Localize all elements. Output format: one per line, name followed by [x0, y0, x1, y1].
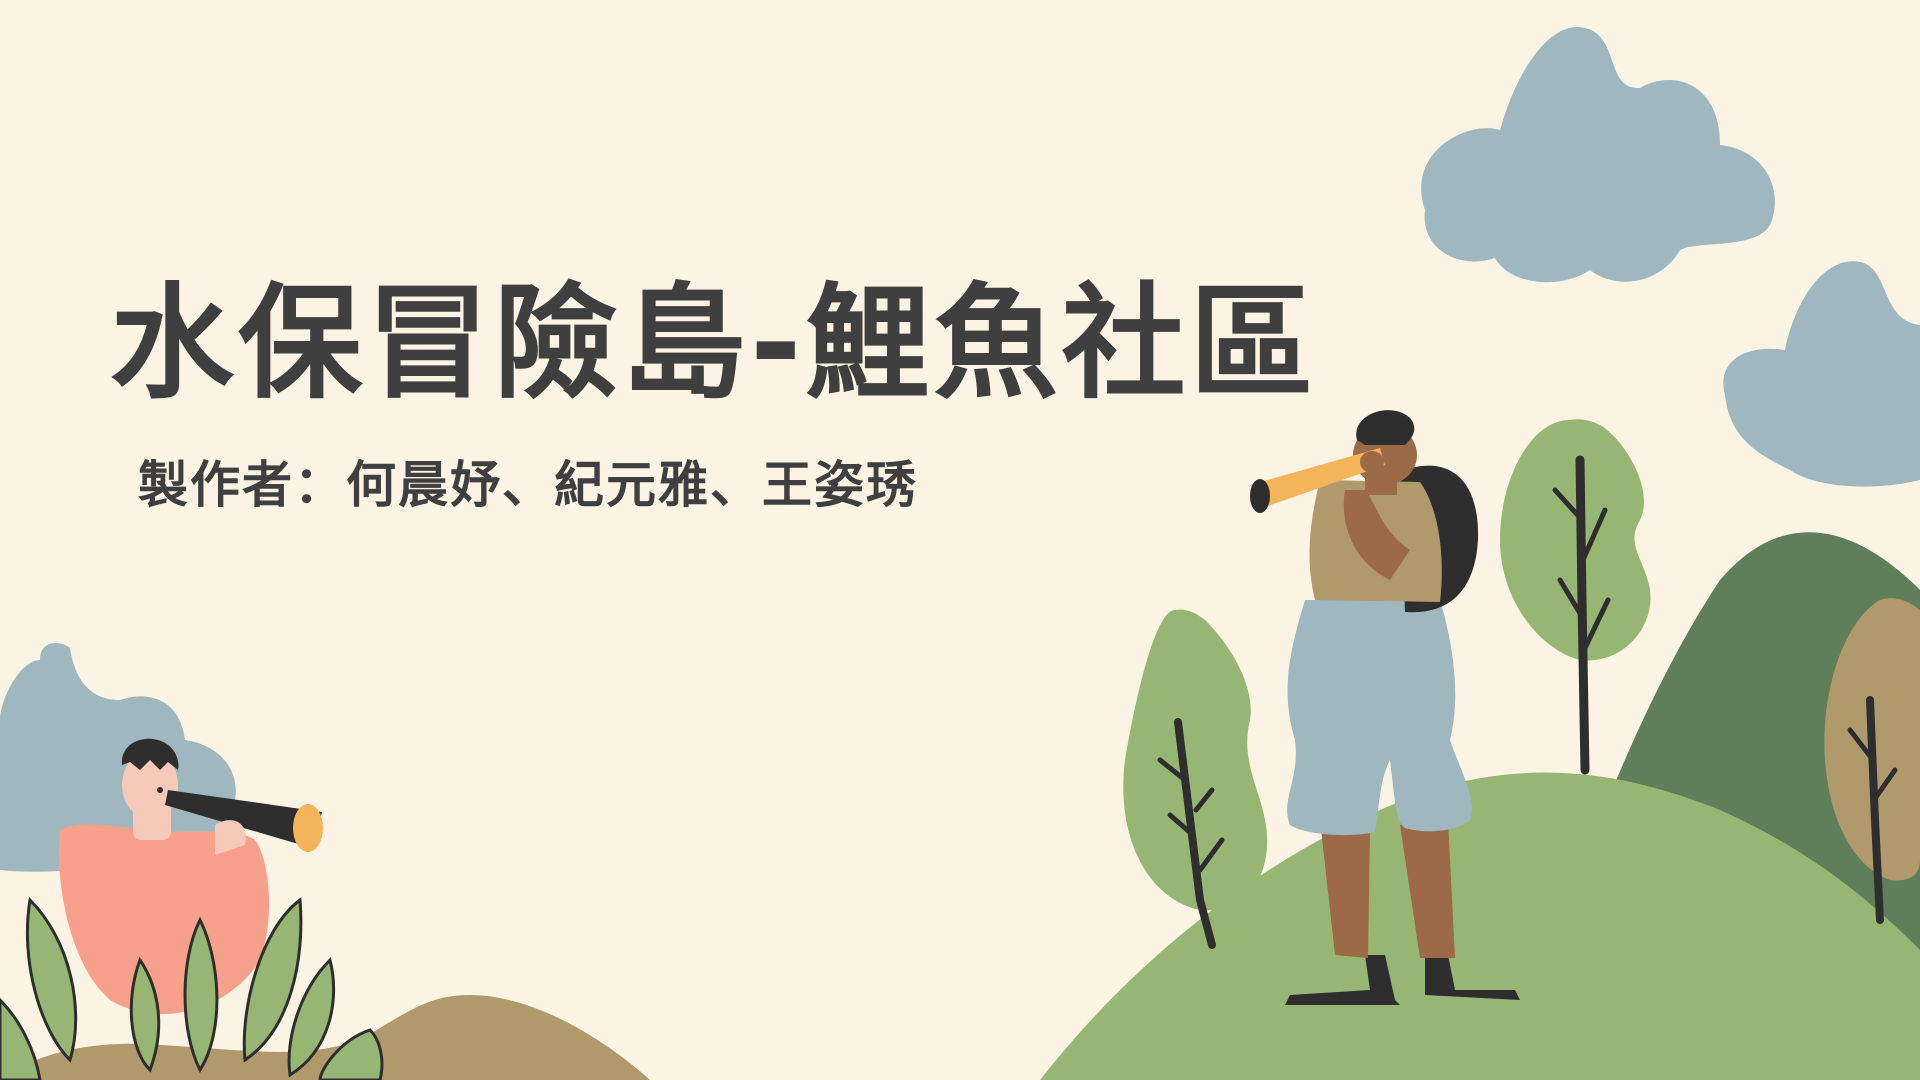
- background-illustration: [0, 26, 1920, 1080]
- author-line: 製作者：何晨妤、紀元雅、王姿琇: [138, 456, 918, 514]
- cloud-top-right: [1421, 26, 1775, 283]
- cloud-right-edge: [1723, 261, 1920, 487]
- tree-green-right: [1500, 419, 1651, 775]
- tree-green-left: [1123, 609, 1268, 949]
- slide-title: 水保冒險島-鯉魚社區: [110, 272, 1318, 416]
- title-slide: 水保冒險島-鯉魚社區 製作者：何晨妤、紀元雅、王姿琇: [0, 0, 1920, 1080]
